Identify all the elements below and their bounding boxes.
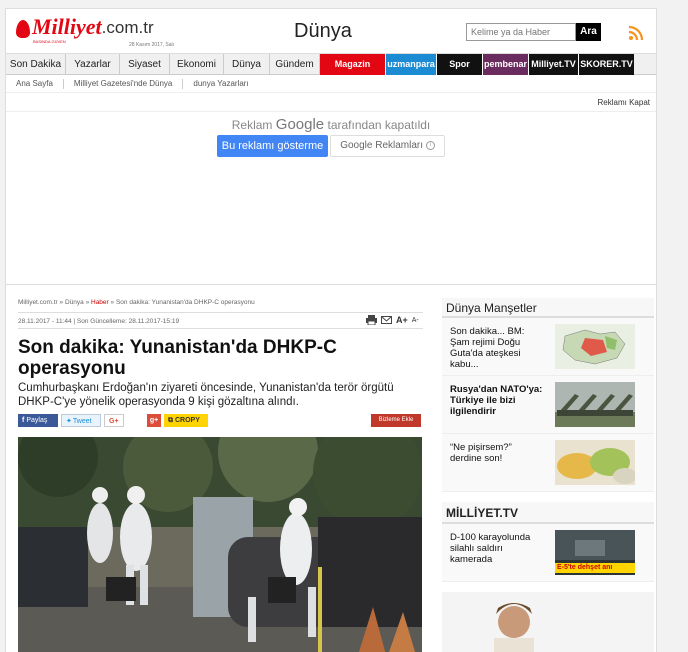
print-icon[interactable] [366, 315, 377, 325]
forensic-team-photo [18, 437, 422, 652]
article-photo [18, 437, 422, 652]
ad-close-link[interactable]: Reklamı Kapat [598, 98, 650, 107]
art-crumb-section[interactable]: Dünya [65, 299, 84, 306]
share-bar: f Paylaş ✦Tweet G+ g+ ⧉ CROPY Bizleme Ekle [18, 414, 423, 428]
sidebar-news-thumb[interactable] [555, 382, 635, 427]
logo-tagline: BASINDA GÜVEN [33, 39, 66, 44]
ad-closed-message: Reklam Google tarafından kapatıldı [6, 116, 656, 133]
twitter-icon: ✦ [66, 418, 72, 425]
show-ad-button[interactable]: Bu reklamı gösterme [217, 135, 328, 157]
main-nav: Son Dakika Yazarlar Siyaset Ekonomi Düny… [6, 53, 656, 75]
divider [6, 111, 656, 112]
tv-video-text[interactable]: D-100 karayolunda silahlı saldırı kamera… [450, 532, 546, 565]
nav-item-dunya[interactable]: Dünya [224, 54, 270, 75]
facebook-share-label: Paylaş [26, 417, 48, 424]
nav-item-uzmanpara[interactable]: uzmanpara [386, 54, 437, 75]
breadcrumb: Ana Sayfa Milliyet Gazetesi'nde Dünya du… [6, 75, 656, 93]
nav-item-spor[interactable]: Spor [437, 54, 483, 75]
sidebar-news-text[interactable]: Rusya'dan NATO'ya: Türkiye ile bizi ilgi… [450, 384, 546, 417]
logo-text: Milliyet [32, 14, 102, 39]
nav-item-milliyet-tv[interactable]: Milliyet.TV [529, 54, 579, 75]
sidebar-ad-image[interactable] [442, 592, 654, 652]
rss-icon[interactable] [628, 25, 644, 41]
sidebar-title: Dünya Manşetler [442, 298, 654, 318]
divider [18, 328, 423, 329]
portrait-image [442, 592, 654, 652]
breadcrumb-home[interactable]: Ana Sayfa [6, 79, 64, 89]
breadcrumb-newspaper[interactable]: Milliyet Gazetesi'nde Dünya [64, 79, 184, 89]
article-dates: 28.11.2017 - 11:44 | Son Güncelleme: 28.… [18, 318, 180, 325]
add-favorite-button[interactable]: Bizleme Ekle [371, 414, 421, 427]
sidebar: Dünya Manşetler Son dakika... BM: Şam re… [442, 298, 654, 652]
sidebar-news-item[interactable]: Rusya'dan NATO'ya: Türkiye ile bizi ilgi… [442, 376, 654, 434]
crop-icon: ⧉ [168, 417, 173, 424]
nav-item-skorer-tv[interactable]: SKORER.TV [579, 54, 634, 75]
missile-launchers-image [555, 382, 635, 427]
article-title: Son dakika: Yunanistan'da DHKP-C operasy… [18, 337, 337, 379]
sidebar-news-thumb[interactable] [555, 440, 635, 485]
google-ads-button[interactable]: Google Reklamları i [330, 135, 445, 157]
twitter-share-label: Tweet [72, 418, 92, 425]
ad-msg-prefix: Reklam [231, 118, 273, 132]
facebook-share-button[interactable]: f Paylaş [18, 414, 58, 427]
font-decrease-button[interactable]: A- [412, 317, 419, 325]
info-icon: i [425, 140, 435, 150]
google-ads-label: Google Reklamları [340, 140, 424, 151]
art-crumb-news[interactable]: Haber [91, 299, 109, 306]
sidebar-news-item[interactable]: Son dakika... BM: Şam rejimi Doğu Guta'd… [442, 318, 654, 376]
google-plus-share-button[interactable]: g+ [147, 414, 161, 427]
tv-video-thumb[interactable]: E-5'te dehşet anı [555, 530, 635, 575]
twitter-share-button[interactable]: ✦Tweet [61, 414, 101, 427]
nav-item-gundem[interactable]: Gündem [270, 54, 320, 75]
google-wordmark: Google [275, 116, 325, 133]
nav-item-pembenar[interactable]: pembenar [483, 54, 529, 75]
page: Milliyet .com.tr BASINDA GÜVEN 28 Kasım … [5, 8, 657, 652]
nav-item-son-dakika[interactable]: Son Dakika [6, 54, 66, 75]
sidebar-news-text[interactable]: Son dakika... BM: Şam rejimi Doğu Guta'd… [450, 326, 546, 370]
breadcrumb-writers[interactable]: dunya Yazarları [183, 79, 258, 89]
sidebar-news-text[interactable]: “Ne pişirsem?” derdine son! [450, 442, 546, 464]
nav-item-magazin[interactable]: Magazin [320, 54, 386, 75]
ad-area: Reklamı Kapat Reklam Google tarafından k… [6, 95, 656, 285]
facebook-icon: f [22, 417, 25, 424]
nav-item-ekonomi[interactable]: Ekonomi [170, 54, 224, 75]
flame-icon [16, 20, 30, 38]
font-increase-button[interactable]: A+ [396, 315, 408, 325]
cropy-label: CROPY [175, 417, 200, 424]
article-lead: Cumhurbaşkanı Erdoğan'ın ziyareti öncesi… [18, 382, 394, 408]
art-crumb-current: Son dakika: Yunanistan'da DHKP-C operasy… [115, 299, 255, 306]
food-image [555, 440, 635, 485]
video-caption: E-5'te dehşet anı [555, 563, 635, 573]
nav-item-yazarlar[interactable]: Yazarlar [66, 54, 120, 75]
search-input[interactable] [466, 23, 576, 41]
mail-icon[interactable] [381, 315, 392, 325]
google-plus-button[interactable]: G+ [104, 414, 124, 427]
art-crumb-site[interactable]: Milliyet.com.tr [18, 299, 58, 306]
header-date: 28 Kasım 2017, Salı [129, 42, 175, 48]
search-button[interactable]: Ara [576, 23, 601, 41]
site-header: Milliyet .com.tr BASINDA GÜVEN 28 Kasım … [6, 9, 656, 53]
milliyet-tv-title: MİLLİYET.TV [442, 502, 654, 524]
divider [18, 312, 423, 313]
sidebar-news-item[interactable]: “Ne pişirsem?” derdine son! [442, 434, 654, 492]
tv-video-item[interactable]: D-100 karayolunda silahlı saldırı kamera… [442, 524, 654, 582]
syria-map-image [555, 324, 635, 369]
nav-item-siyaset[interactable]: Siyaset [120, 54, 170, 75]
cropy-button[interactable]: ⧉ CROPY [164, 414, 208, 427]
sidebar-news-thumb[interactable] [555, 324, 635, 369]
article-breadcrumb: Milliyet.com.tr » Dünya » Haber » Son da… [18, 299, 255, 306]
section-title: Dünya [294, 20, 352, 42]
site-logo[interactable]: Milliyet .com.tr [16, 16, 154, 38]
logo-domain: .com.tr [101, 18, 154, 37]
ad-msg-suffix: tarafından kapatıldı [327, 118, 431, 132]
article-tools: A+ A- [366, 315, 419, 325]
